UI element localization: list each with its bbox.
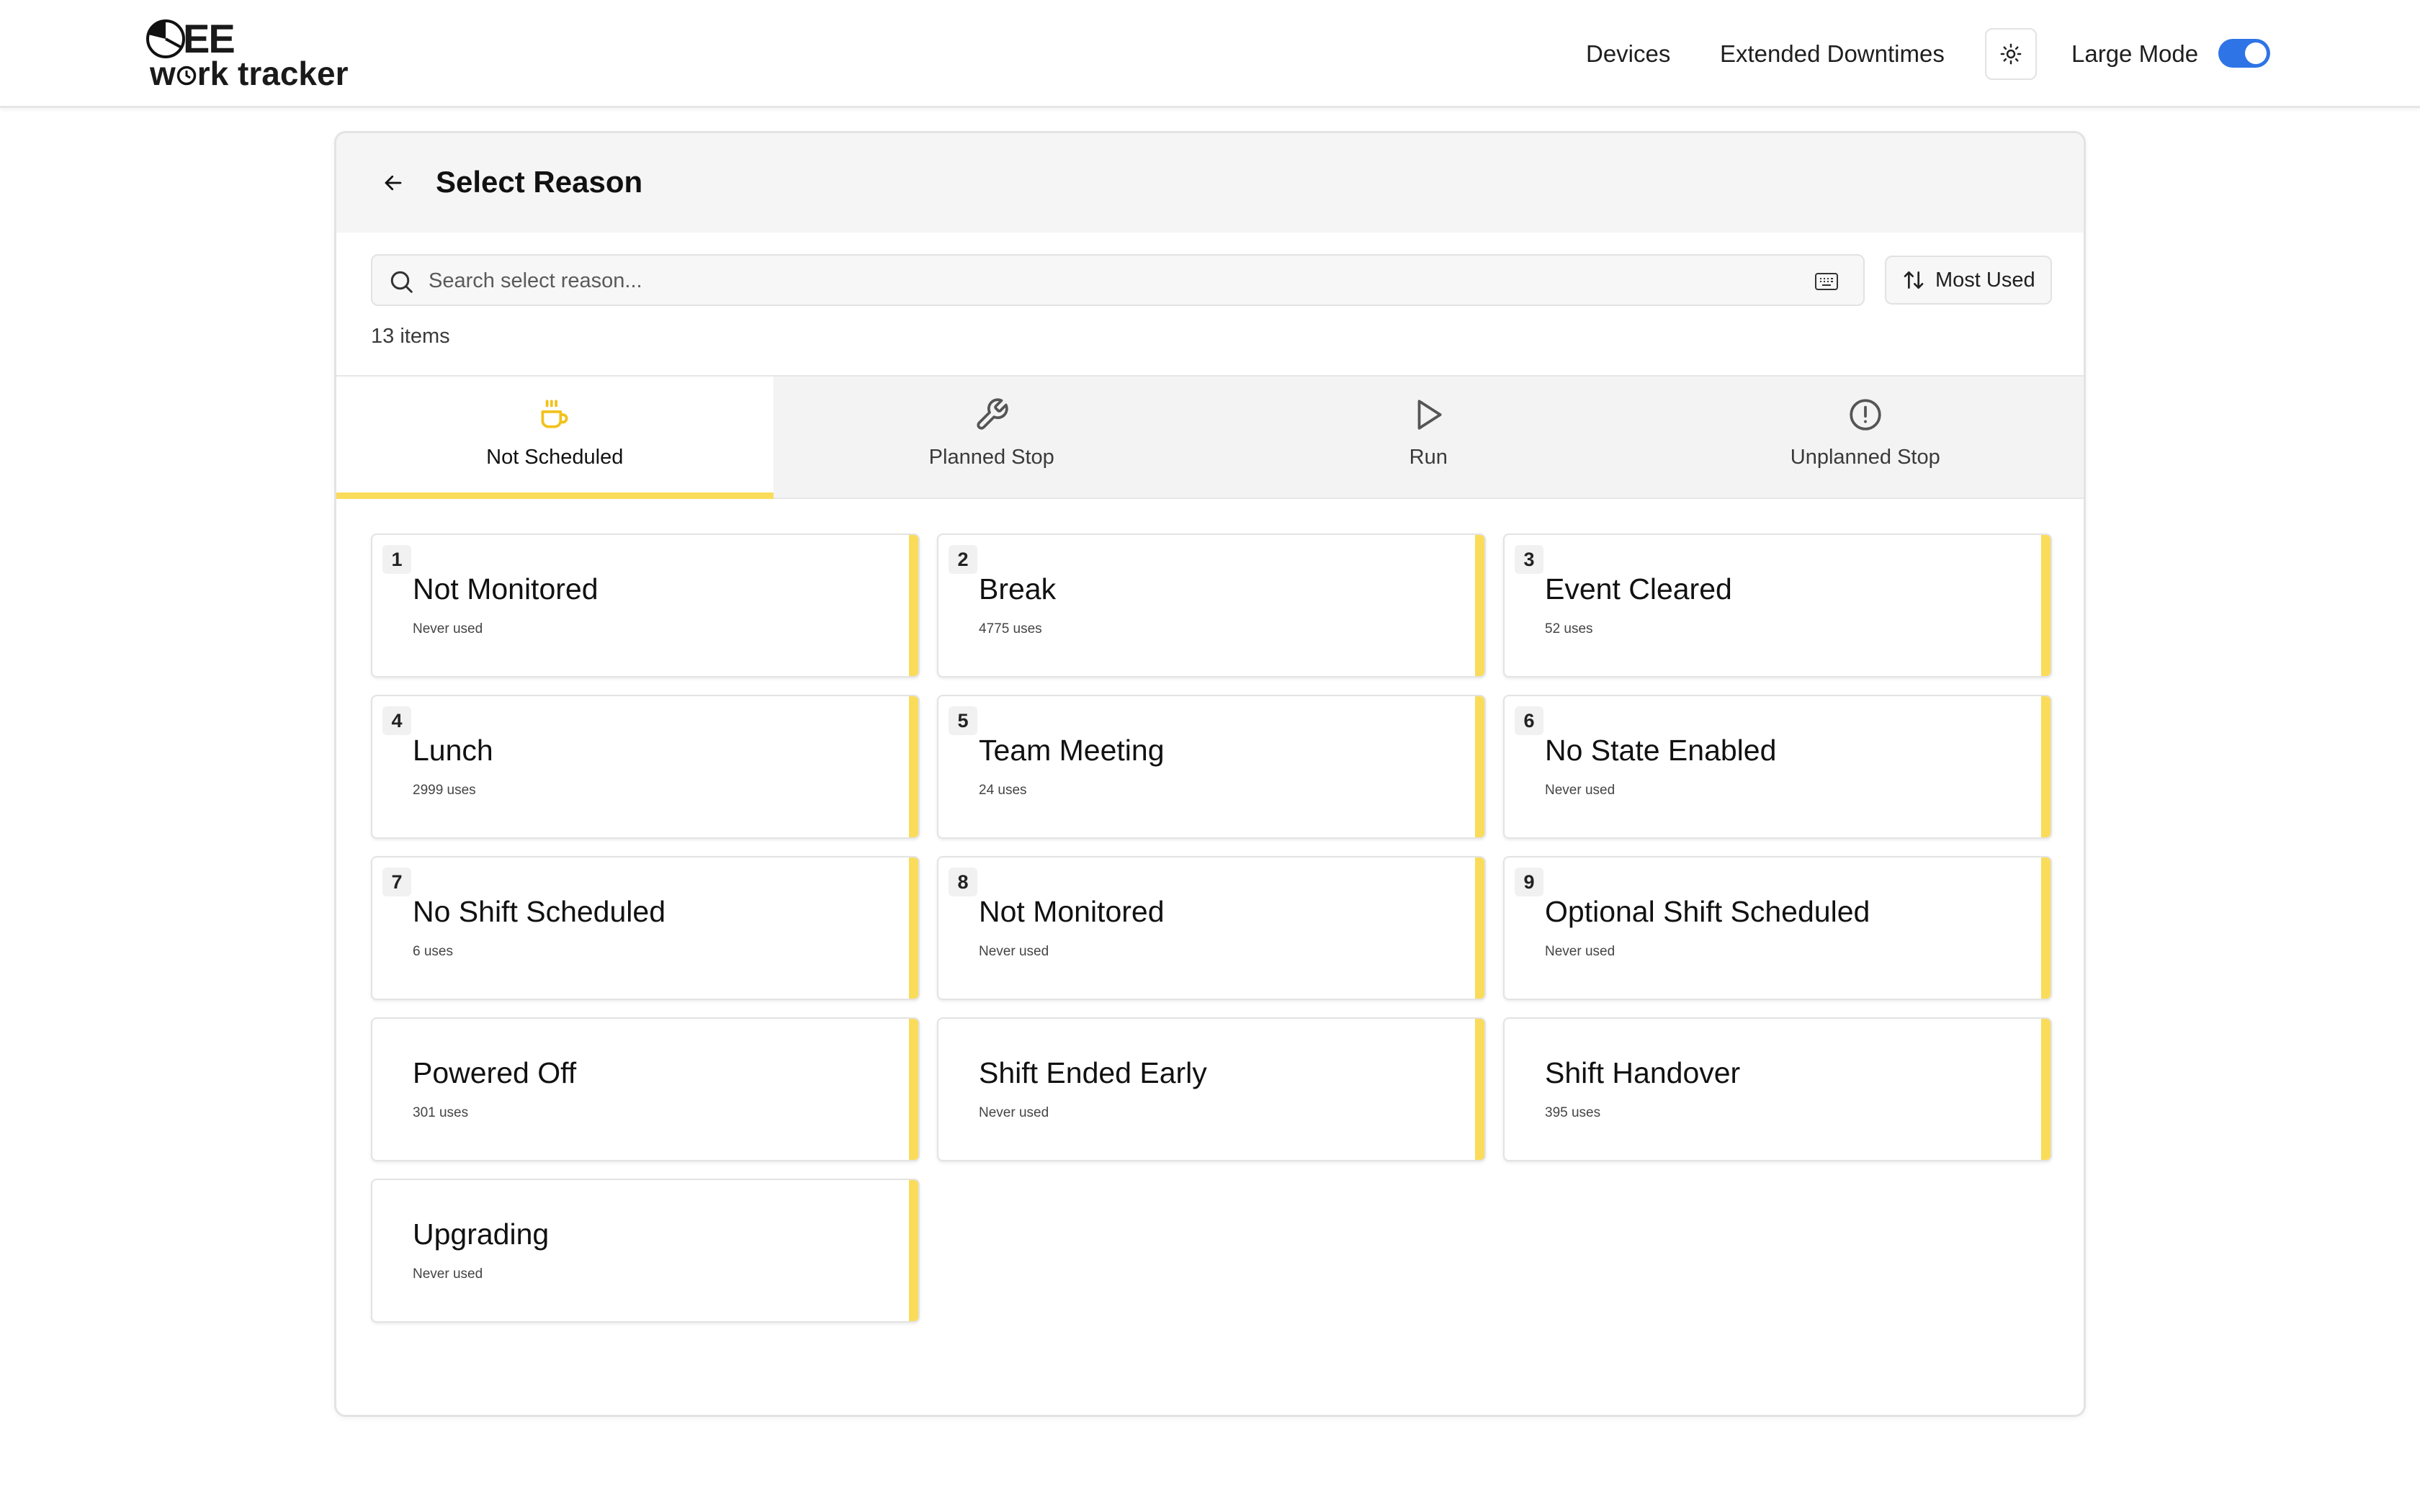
search-icon	[390, 271, 413, 293]
tab-label: Unplanned Stop	[1790, 446, 1940, 469]
theme-toggle-button[interactable]	[1985, 28, 2037, 80]
nav-devices-link[interactable]: Devices	[1586, 40, 1670, 68]
reason-uses: 301 uses	[413, 1105, 469, 1120]
large-mode-toggle[interactable]	[2218, 39, 2270, 68]
reason-uses: 4775 uses	[979, 621, 1042, 636]
clock-icon	[176, 66, 197, 86]
reason-card[interactable]: Shift Handover 395 uses	[1503, 1017, 2052, 1161]
reason-card[interactable]: 5 Team Meeting 24 uses	[937, 695, 1486, 839]
logo-rest: rk tracker	[197, 55, 349, 92]
reason-name: Team Meeting	[979, 734, 1165, 767]
reason-number: 4	[382, 706, 411, 735]
reason-uses: 52 uses	[1545, 621, 1593, 636]
item-count: 13 items	[371, 325, 450, 348]
reason-uses: Never used	[979, 944, 1049, 959]
tab-label: Planned Stop	[928, 446, 1054, 469]
tab-label: Run	[1409, 446, 1448, 469]
reason-name: Shift Handover	[1545, 1056, 1741, 1089]
tab-not-scheduled[interactable]: Not Scheduled	[336, 377, 774, 499]
reason-name: No Shift Scheduled	[413, 895, 666, 928]
reason-card[interactable]: Shift Ended Early Never used	[937, 1017, 1486, 1161]
tab-unplanned-stop[interactable]: Unplanned Stop	[1647, 377, 2084, 498]
reason-name: No State Enabled	[1545, 734, 1777, 767]
pie-chart-icon	[146, 19, 185, 58]
reason-uses: Never used	[1545, 783, 1615, 798]
reason-number: 6	[1515, 706, 1543, 735]
app-logo[interactable]: EE w rk tracker	[144, 17, 360, 92]
reason-name: Not Monitored	[413, 572, 599, 606]
reason-card[interactable]: 6 No State Enabled Never used	[1503, 695, 2052, 839]
reason-number: 7	[382, 868, 411, 896]
logo-ee-text: EE	[183, 16, 236, 61]
reason-card[interactable]: 9 Optional Shift Scheduled Never used	[1503, 856, 2052, 1000]
reason-number: 8	[949, 868, 977, 896]
search-box	[371, 254, 1865, 306]
category-tabs: Not Scheduled Planned Stop Run Unplanned…	[336, 375, 2084, 499]
reason-name: Lunch	[413, 734, 493, 767]
reason-card[interactable]: Upgrading Never used	[371, 1179, 920, 1323]
reason-uses: Never used	[1545, 944, 1615, 959]
reason-card[interactable]: 7 No Shift Scheduled 6 uses	[371, 856, 920, 1000]
logo-w: w	[150, 55, 176, 92]
logo-top-line: EE	[144, 16, 236, 61]
panel-header: Select Reason	[336, 133, 2084, 233]
reason-uses: 6 uses	[413, 944, 453, 959]
reason-uses: 24 uses	[979, 783, 1027, 798]
sort-label: Most Used	[1935, 268, 2035, 292]
sort-arrows-icon	[1904, 271, 1924, 289]
tab-run[interactable]: Run	[1210, 377, 1647, 498]
top-bar: EE w rk tracker Devices Extended Downtime…	[0, 0, 2420, 108]
reason-card[interactable]: 1 Not Monitored Never used	[371, 534, 920, 678]
search-input[interactable]	[429, 261, 1783, 300]
reason-uses: Never used	[413, 1266, 483, 1282]
keyboard-icon[interactable]	[1814, 271, 1839, 292]
reason-card[interactable]: 8 Not Monitored Never used	[937, 856, 1486, 1000]
reason-number: 3	[1515, 545, 1543, 574]
select-reason-panel: Select Reason Most Used 13 items Not	[334, 131, 2086, 1417]
reason-name: Not Monitored	[979, 895, 1165, 928]
sun-icon	[2000, 43, 2022, 65]
reason-uses: 2999 uses	[413, 783, 476, 798]
reason-number: 2	[949, 545, 977, 574]
reason-number: 1	[382, 545, 411, 574]
reason-number: 9	[1515, 868, 1543, 896]
reason-name: Shift Ended Early	[979, 1056, 1207, 1089]
large-mode-label: Large Mode	[2071, 40, 2199, 67]
reason-uses: Never used	[979, 1105, 1049, 1120]
reason-name: Upgrading	[413, 1218, 550, 1251]
reason-card[interactable]: Powered Off 301 uses	[371, 1017, 920, 1161]
reason-uses: 395 uses	[1545, 1105, 1601, 1120]
nav-extended-downtimes-link[interactable]: Extended Downtimes	[1720, 40, 1945, 68]
reason-uses: Never used	[413, 621, 483, 636]
logo-work-tracker-text: w rk tracker	[150, 55, 349, 92]
reason-card[interactable]: 2 Break 4775 uses	[937, 534, 1486, 678]
tab-label: Not Scheduled	[486, 446, 624, 469]
play-icon	[1417, 400, 1442, 430]
alert-circle-icon	[1850, 399, 1881, 431]
reason-number: 5	[949, 706, 977, 735]
reason-name: Optional Shift Scheduled	[1545, 895, 1870, 928]
reason-card[interactable]: 3 Event Cleared 52 uses	[1503, 534, 2052, 678]
reason-name: Event Cleared	[1545, 572, 1732, 606]
arrow-left-icon	[385, 175, 402, 191]
sort-button[interactable]: Most Used	[1885, 256, 2052, 305]
wrench-icon	[977, 398, 1008, 430]
toggle-knob	[2245, 42, 2267, 64]
page-title: Select Reason	[436, 165, 643, 199]
back-button[interactable]	[375, 165, 411, 201]
tab-planned-stop[interactable]: Planned Stop	[774, 377, 1211, 498]
reason-name: Break	[979, 572, 1057, 606]
reason-name: Powered Off	[413, 1056, 577, 1089]
reason-card[interactable]: 4 Lunch 2999 uses	[371, 695, 920, 839]
coffee-icon	[541, 400, 568, 428]
